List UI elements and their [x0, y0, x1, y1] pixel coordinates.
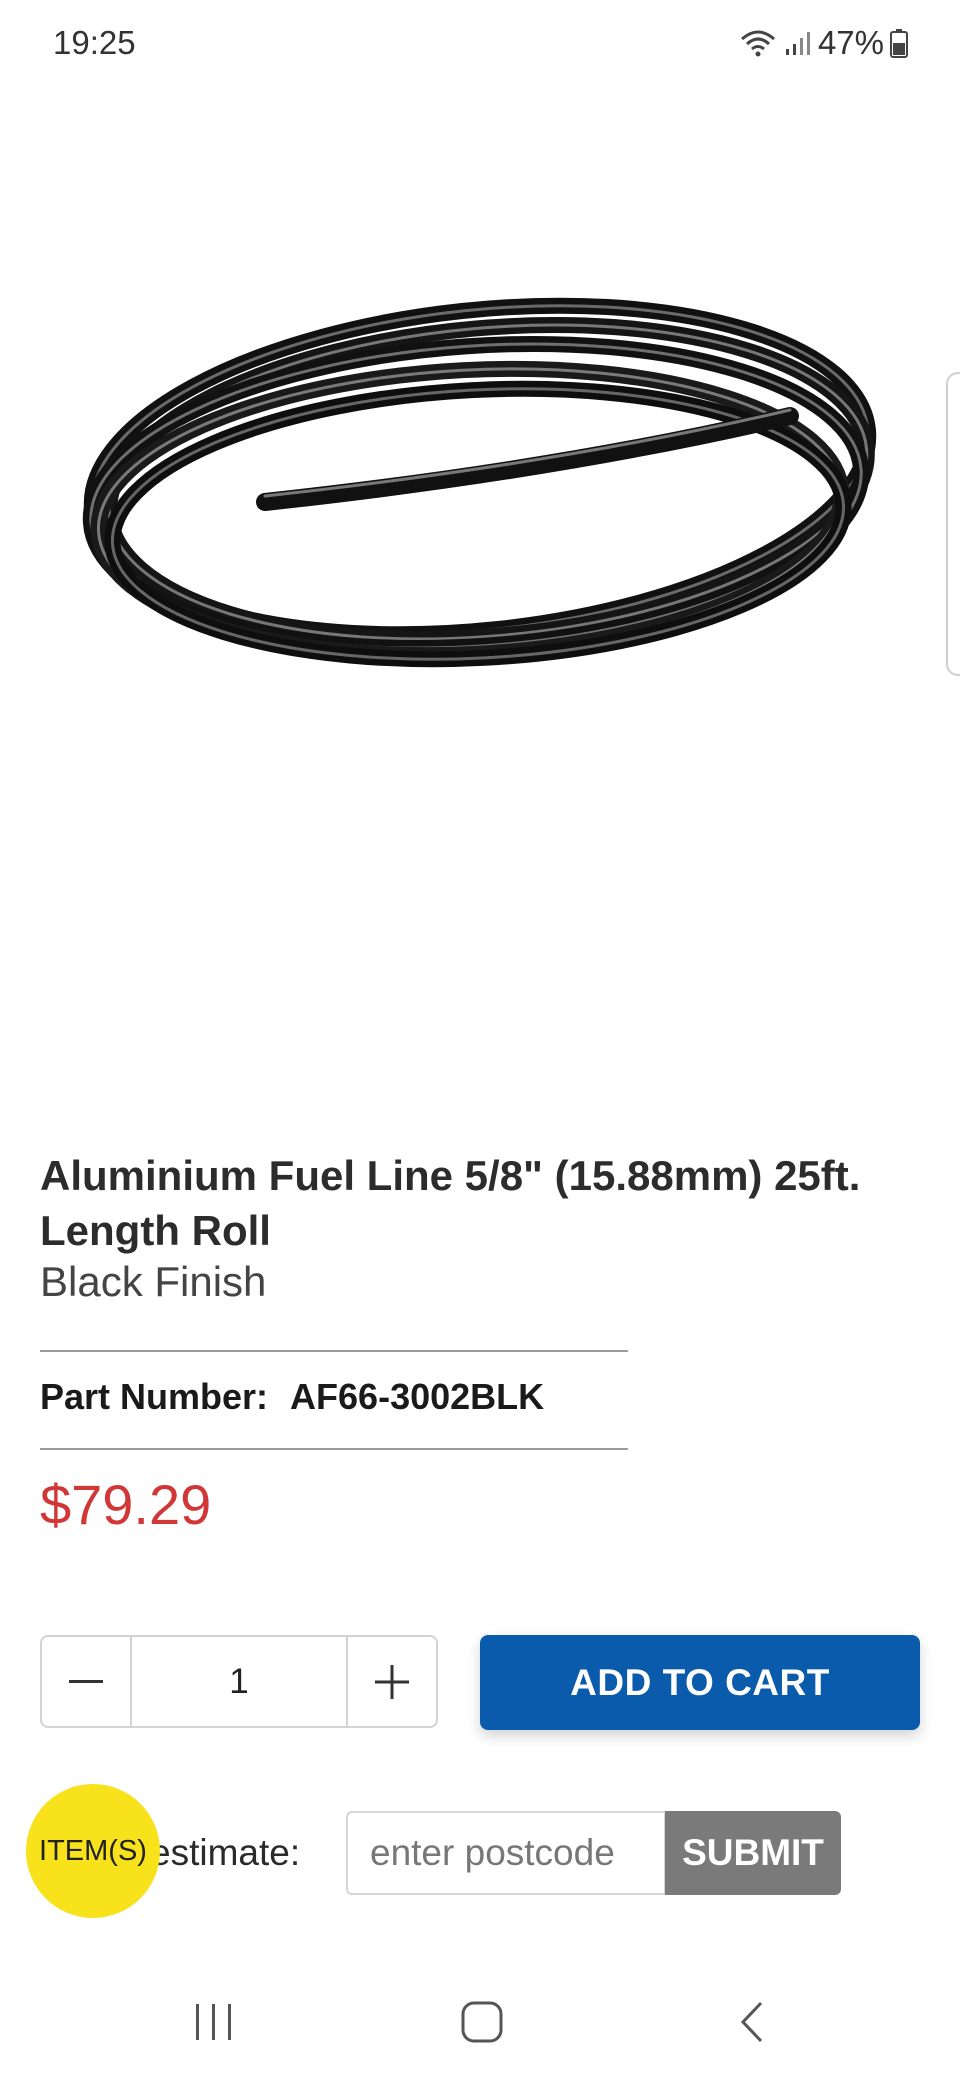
postcode-input[interactable]	[346, 1811, 666, 1895]
submit-button[interactable]: SUBMIT	[665, 1811, 841, 1895]
side-panel-handle[interactable]	[946, 372, 960, 676]
battery-icon	[890, 28, 908, 58]
add-to-cart-button[interactable]: ADD TO CART	[480, 1635, 920, 1730]
quantity-stepper: 1	[40, 1635, 438, 1728]
divider	[40, 1448, 628, 1450]
part-number-row: Part Number: AF66-3002BLK	[40, 1376, 544, 1418]
increase-quantity-button[interactable]	[346, 1637, 436, 1726]
plus-icon	[375, 1664, 409, 1699]
part-number-value: AF66-3002BLK	[290, 1376, 545, 1417]
status-time: 19:25	[53, 24, 136, 61]
status-bar: 19:25 47%	[0, 0, 960, 92]
product-image	[0, 120, 960, 1000]
product-price: $79.29	[40, 1473, 212, 1536]
home-icon[interactable]	[442, 1982, 522, 2062]
shipping-estimate-label: estimate:	[150, 1832, 301, 1873]
battery-percent: 47%	[817, 24, 884, 61]
part-number-label: Part Number:	[40, 1376, 269, 1417]
status-icons: 47%	[738, 24, 908, 62]
product-title: Aluminium Fuel Line 5/8" (15.88mm) 25ft.…	[40, 1152, 861, 1254]
divider	[40, 1350, 628, 1352]
coiled-fuel-line-image	[82, 297, 877, 668]
cart-items-badge[interactable]: ITEM(S)	[26, 1784, 160, 1918]
product-finish: Black Finish	[40, 1258, 267, 1305]
recent-apps-icon[interactable]	[174, 1982, 254, 2062]
decrease-quantity-button[interactable]	[42, 1637, 132, 1726]
wifi-icon	[738, 27, 778, 59]
minus-icon	[69, 1679, 103, 1683]
quantity-value[interactable]: 1	[132, 1637, 346, 1726]
back-icon[interactable]	[712, 1982, 792, 2062]
signal-icon	[784, 29, 812, 57]
navigation-bar	[0, 1960, 960, 2080]
